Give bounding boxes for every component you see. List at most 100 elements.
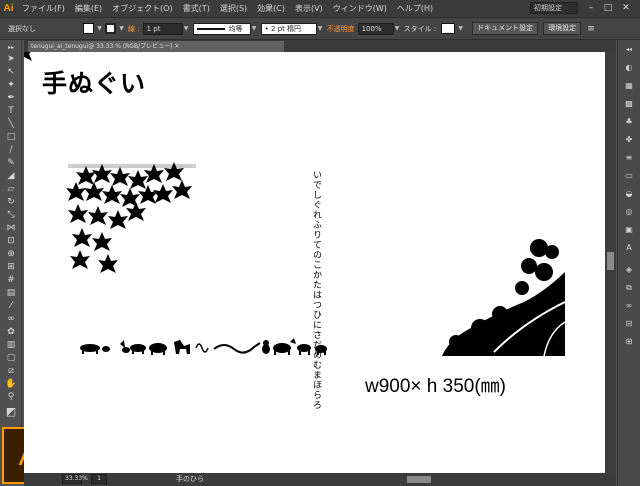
menu-view[interactable]: 表示(V) <box>290 3 328 14</box>
align-panel-icon[interactable]: ⊟ <box>623 318 635 329</box>
illustrator-window: Ai ファイル(F) 編集(E) オブジェクト(O) 書式(T) 選択(S) 効… <box>0 0 640 486</box>
close-button[interactable]: ✕ <box>619 2 633 14</box>
menu-bar: Ai ファイル(F) 編集(E) オブジェクト(O) 書式(T) 選択(S) 効… <box>0 0 640 17</box>
artboard[interactable]: 手ぬぐい いでしぐれふりてのこかたはつひにさだめむまほらろ w900× h 35… <box>24 52 605 473</box>
menu-select[interactable]: 選択(S) <box>215 3 252 14</box>
links-panel-icon[interactable]: ∞ <box>623 300 635 311</box>
line-tool-icon[interactable]: ╲ <box>4 119 18 130</box>
artboards-panel-icon[interactable]: ⧉ <box>623 282 635 293</box>
fill-dropdown-icon[interactable]: ▼ <box>96 23 103 34</box>
selection-tool-icon[interactable]: ➤ <box>4 54 18 65</box>
symbols-panel-icon[interactable]: ✤ <box>623 134 635 145</box>
stroke-preview-icon <box>196 27 225 30</box>
eyedropper-tool-icon[interactable]: ⁄ <box>4 301 18 312</box>
graph-tool-icon[interactable]: ▥ <box>4 340 18 351</box>
mesh-tool-icon[interactable]: # <box>4 275 18 286</box>
style-label: スタイル : <box>403 24 437 33</box>
color-panel-icon[interactable]: ◐ <box>623 62 635 73</box>
blob-brush-tool-icon[interactable]: ◢ <box>4 171 18 182</box>
paintbrush-tool-icon[interactable]: ∕ <box>4 145 18 156</box>
rectangle-tool-icon[interactable]: □ <box>4 132 18 143</box>
stroke-swatch[interactable] <box>105 23 116 34</box>
variable-width-profile[interactable]: 均等 <box>192 22 251 35</box>
vertical-poem-text[interactable]: いでしぐれふりてのこかたはつひにさだめむまほらろ <box>311 170 322 410</box>
stroke-weight-dropdown-icon[interactable]: ▼ <box>183 23 190 34</box>
stroke-weight-field[interactable]: 1 pt <box>142 22 183 35</box>
maximize-button[interactable]: □ <box>601 2 615 14</box>
document-tab[interactable]: tenugui_ai_tenugui@ 33.33 % (RGB/プレビュー) … <box>28 41 284 52</box>
transparency-panel-icon[interactable]: ◒ <box>623 188 635 199</box>
current-tool-status[interactable]: 手のひら <box>176 474 204 484</box>
type-tool-icon[interactable]: T <box>4 106 18 117</box>
stroke-label[interactable]: 線 : <box>128 24 140 34</box>
menu-object[interactable]: オブジェクト(O) <box>107 3 178 14</box>
opacity-label[interactable]: 不透明度 <box>327 24 355 34</box>
gradient-tool-icon[interactable]: ▤ <box>4 288 18 299</box>
fill-stroke-icon[interactable]: ◩ <box>4 406 18 417</box>
symbol-sprayer-tool-icon[interactable]: ✿ <box>4 327 18 338</box>
scale-tool-icon[interactable]: ⤡ <box>4 210 18 221</box>
animals-row-illustration[interactable] <box>80 338 327 355</box>
brush-label: 2 pt 楕円 <box>270 24 302 33</box>
appearance-panel-icon[interactable]: ◎ <box>623 206 635 217</box>
menu-window[interactable]: ウィンドウ(W) <box>328 3 392 14</box>
perspective-grid-tool-icon[interactable]: ⊞ <box>4 262 18 273</box>
brush-definition[interactable]: • 2 pt 楕円 <box>260 22 317 35</box>
menu-edit[interactable]: 編集(E) <box>70 3 107 14</box>
gradient-panel-icon[interactable]: ▭ <box>623 170 635 181</box>
workspace-switcher[interactable]: 初期設定 <box>530 2 578 14</box>
direct-selection-tool-icon[interactable]: ↖ <box>4 67 18 78</box>
blend-tool-icon[interactable]: ∞ <box>4 314 18 325</box>
vertical-scroll-thumb[interactable] <box>607 252 614 270</box>
document-setup-button[interactable]: ドキュメント設定 <box>472 22 539 35</box>
rotate-tool-icon[interactable]: ↻ <box>4 197 18 208</box>
opacity-field[interactable]: 100% <box>357 22 394 35</box>
zoom-field[interactable]: 33.33% <box>62 474 88 484</box>
menu-type[interactable]: 書式(T) <box>178 3 215 14</box>
style-dropdown-icon[interactable]: ▼ <box>457 23 464 34</box>
dock-collapse-icon[interactable]: ◂◂ <box>623 44 635 55</box>
slice-tool-icon[interactable]: ⧄ <box>4 366 18 377</box>
graphic-style-swatch[interactable] <box>441 23 456 34</box>
menu-effect[interactable]: 効果(C) <box>252 3 290 14</box>
selection-status: 選択なし <box>8 24 36 33</box>
dimensions-label: w900× h 350(㎜) <box>365 376 506 397</box>
pen-tool-icon[interactable]: ✒ <box>4 93 18 104</box>
app-logo-icon: Ai <box>3 3 14 14</box>
panel-menu-icon[interactable]: ≡ <box>587 24 595 34</box>
pencil-tool-icon[interactable]: ✎ <box>4 158 18 169</box>
shape-builder-tool-icon[interactable]: ⊕ <box>4 249 18 260</box>
zoom-tool-icon[interactable]: ⚲ <box>4 392 18 403</box>
fill-swatch[interactable] <box>83 23 94 34</box>
stroke-dropdown-icon[interactable]: ▼ <box>118 23 125 34</box>
profile-label: 均等 <box>228 24 243 33</box>
maple-leaves-illustration[interactable] <box>24 52 196 273</box>
preferences-button[interactable]: 環境設定 <box>543 22 582 35</box>
color-guide-icon[interactable]: ▦ <box>623 80 635 91</box>
horizontal-scroll-thumb[interactable] <box>407 476 431 483</box>
graphic-styles-panel-icon[interactable]: ▣ <box>623 224 635 235</box>
pathfinder-panel-icon[interactable]: ⊞ <box>623 336 635 347</box>
artboard-tool-icon[interactable]: ▢ <box>4 353 18 364</box>
control-bar: 選択なし ▼ ▼ 線 : 1 pt ▼ 均等 ▼ • 2 pt 楕円 ▼ 不透明… <box>0 17 640 40</box>
width-tool-icon[interactable]: ⋈ <box>4 223 18 234</box>
brushes-panel-icon[interactable]: ♣ <box>623 116 635 127</box>
menu-file[interactable]: ファイル(F) <box>17 3 70 14</box>
menu-help[interactable]: ヘルプ(H) <box>392 3 438 14</box>
free-transform-tool-icon[interactable]: ⊡ <box>4 236 18 247</box>
profile-dropdown-icon[interactable]: ▼ <box>251 23 258 34</box>
opacity-dropdown-icon[interactable]: ▼ <box>394 23 401 34</box>
swatches-panel-icon[interactable]: ▩ <box>623 98 635 109</box>
brush-dropdown-icon[interactable]: ▼ <box>317 23 324 34</box>
stroke-panel-icon[interactable]: ≡ <box>623 152 635 163</box>
character-panel-icon[interactable]: A <box>623 242 635 253</box>
flowers-branch-illustration[interactable] <box>442 239 566 357</box>
magic-wand-tool-icon[interactable]: ✦ <box>4 80 18 91</box>
panel-collapse-icon[interactable]: ▸▸ <box>4 42 18 53</box>
layers-panel-icon[interactable]: ◈ <box>623 264 635 275</box>
vertical-scrollbar[interactable] <box>605 52 616 473</box>
minimize-button[interactable]: – <box>584 2 598 14</box>
hand-tool-icon[interactable]: ✋ <box>4 379 18 390</box>
artboard-number-field[interactable]: 1 <box>91 474 107 484</box>
eraser-tool-icon[interactable]: ▱ <box>4 184 18 195</box>
